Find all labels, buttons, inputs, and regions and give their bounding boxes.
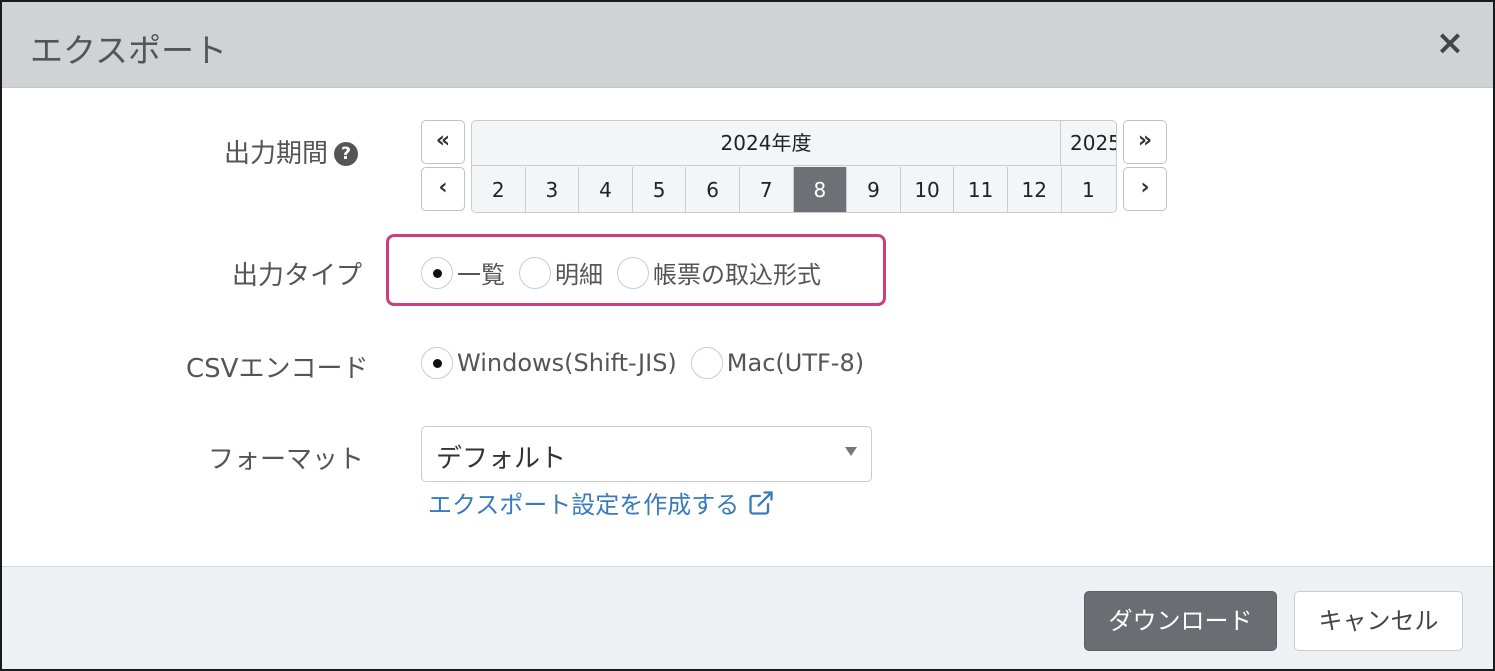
period-label-row: 出力期間? [224,133,359,170]
output-type-label: 出力タイプ [232,261,363,291]
month-cell-8[interactable]: 8 [793,167,848,212]
format-label: フォーマット [208,445,365,475]
next-fiscal-year[interactable]: 2025 [1062,121,1116,166]
month-row: 2 3 4 5 6 7 8 9 10 11 12 1 [472,167,1116,212]
chevron-down-icon [845,447,857,456]
output-type-radio-1[interactable] [519,256,551,289]
external-link-icon [749,490,773,515]
output-type-radio-0[interactable] [421,256,453,289]
dialog-body: 出力期間? « ‹ 2024年度 2025 2 3 4 5 6 7 8 9 10 11 12 1 » … [2,89,1493,566]
period-label: 出力期間 [224,139,329,169]
next-month-button[interactable]: › [1123,167,1167,211]
question-circle-icon[interactable]: ? [334,142,359,166]
format-select[interactable]: デフォルト [421,426,872,482]
csv-encoding-radio-1[interactable] [690,347,723,379]
csv-encoding-option-label[interactable]: Mac(UTF-8) [727,349,864,377]
month-cell-11[interactable]: 11 [954,167,1008,212]
create-export-settings-label: エクスポート設定を作成する [428,491,740,519]
period-picker: 2024年度 2025 2 3 4 5 6 7 8 9 10 11 12 1 [471,120,1117,213]
output-type-option-label[interactable]: 帳票の取込形式 [653,255,821,290]
current-fiscal-year[interactable]: 2024年度 [472,121,1061,166]
month-cell-12[interactable]: 12 [1008,167,1062,212]
output-type-radio-group: 一覧 明細 帳票の取込形式 [421,255,835,290]
next-year-button[interactable]: » [1123,120,1167,164]
format-select-value: デフォルト [436,444,567,474]
csv-encoding-radio-group: Windows(Shift-JIS) Mac(UTF-8) [421,347,878,379]
dialog-title: エクスポート [30,31,228,70]
year-row: 2024年度 2025 [472,121,1116,166]
month-cell-6[interactable]: 6 [686,167,740,212]
month-cell-4[interactable]: 4 [579,167,633,212]
month-cell-5[interactable]: 5 [633,167,687,212]
csv-encoding-option-label[interactable]: Windows(Shift-JIS) [457,349,677,377]
csv-encoding-label: CSVエンコード [186,354,369,384]
month-cell-10[interactable]: 10 [901,167,955,212]
month-cell-3[interactable]: 3 [526,167,580,212]
output-type-option-label[interactable]: 明細 [555,255,603,290]
dialog-footer: ダウンロード キャンセル [2,566,1493,669]
month-cell-2[interactable]: 2 [472,167,526,212]
export-dialog: エクスポート × 出力期間? « ‹ 2024年度 2025 234567891… [0,0,1495,671]
prev-month-button[interactable]: ‹ [421,167,465,211]
download-button[interactable]: ダウンロード [1084,591,1277,651]
csv-encoding-radio-0[interactable] [421,347,453,379]
month-cell-1[interactable]: 1 [1062,167,1116,212]
month-cell-7[interactable]: 7 [740,167,794,212]
cancel-button[interactable]: キャンセル [1294,591,1463,651]
output-type-radio-2[interactable] [617,256,649,289]
month-cell-9[interactable]: 9 [847,167,901,212]
create-export-settings-link[interactable]: エクスポート設定を作成する [428,485,775,520]
prev-year-button[interactable]: « [421,120,465,164]
output-type-option-label[interactable]: 一覧 [457,255,505,290]
dialog-header: エクスポート × [2,2,1493,88]
close-icon[interactable]: × [1433,26,1467,60]
